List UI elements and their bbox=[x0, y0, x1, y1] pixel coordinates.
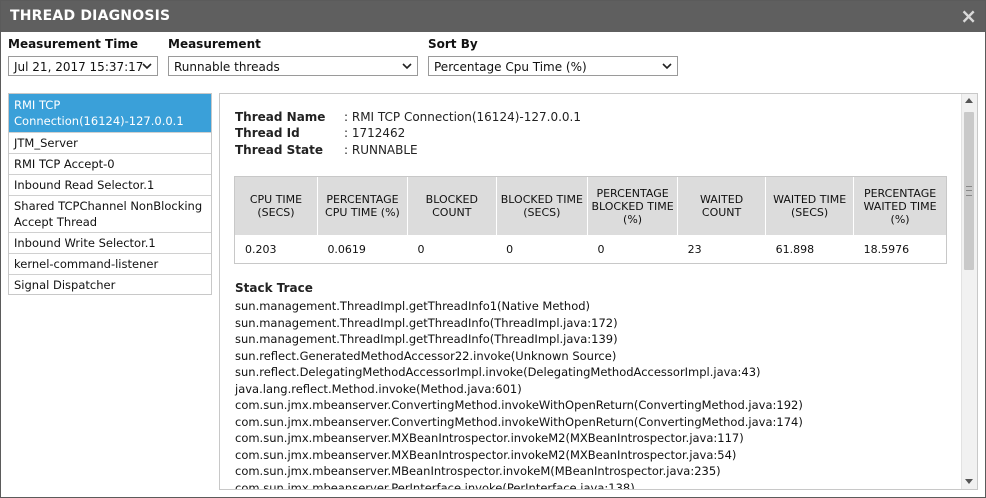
title-bar: THREAD DIAGNOSIS × bbox=[1, 1, 985, 32]
column-header: BLOCKED TIME (SECS) bbox=[496, 177, 589, 236]
thread-list-item[interactable]: Signal Dispatcher bbox=[9, 275, 211, 294]
column-header: PERCENTAGE BLOCKED TIME (%) bbox=[587, 177, 679, 236]
table-row: 0.203 0.0619 0 0 0 23 61.898 18.5976 bbox=[235, 235, 946, 263]
sort-by-value: Percentage Cpu Time (%) bbox=[434, 60, 587, 74]
thread-diagnosis-window: THREAD DIAGNOSIS × Measurement Time Meas… bbox=[0, 0, 986, 498]
thread-list-item[interactable]: RMI TCP Connection(16124)-127.0.0.1 bbox=[9, 94, 211, 133]
thread-name-label: Thread Name bbox=[235, 110, 326, 124]
stack-trace-line: com.sun.jmx.mbeanserver.PerInterface.inv… bbox=[235, 480, 635, 490]
stack-trace-line: sun.management.ThreadImpl.getThreadInfo(… bbox=[235, 332, 618, 346]
thread-list-item[interactable]: Inbound Read Selector.1 bbox=[9, 175, 211, 196]
measurement-select[interactable]: Runnable threads bbox=[168, 56, 418, 76]
measurement-time-label: Measurement Time bbox=[8, 37, 138, 51]
thread-state-value: : RUNNABLE bbox=[344, 143, 418, 157]
table-cell: 0 bbox=[407, 235, 497, 263]
grip-icon bbox=[966, 186, 972, 196]
column-header: PERCENTAGE WAITED TIME (%) bbox=[853, 177, 946, 236]
thread-state-label: Thread State bbox=[235, 143, 324, 157]
thread-id-label: Thread Id bbox=[235, 126, 300, 140]
table-header-row: CPU TIME (SECS) PERCENTAGE CPU TIME (%) … bbox=[235, 177, 946, 236]
stack-trace-line: com.sun.jmx.mbeanserver.MBeanIntrospecto… bbox=[235, 464, 721, 478]
chevron-down-icon bbox=[141, 60, 153, 72]
stack-trace-title: Stack Trace bbox=[235, 281, 313, 295]
table-cell: 0 bbox=[587, 235, 678, 263]
stack-trace-line: sun.management.ThreadImpl.getThreadInfo1… bbox=[235, 299, 591, 313]
thread-name-value: : RMI TCP Connection(16124)-127.0.0.1 bbox=[344, 110, 581, 124]
stack-trace-line: sun.management.ThreadImpl.getThreadInfo(… bbox=[235, 315, 618, 330]
thread-id-value: : 1712462 bbox=[344, 126, 406, 140]
stack-trace-line: java.lang.reflect.Method.invoke(Method.j… bbox=[235, 381, 522, 396]
scrollbar-thumb[interactable] bbox=[964, 112, 974, 270]
stack-trace-line: sun.reflect.GeneratedMethodAccessor22.in… bbox=[235, 348, 617, 363]
stack-trace-line: com.sun.jmx.mbeanserver.ConvertingMethod… bbox=[235, 414, 803, 429]
column-header: WAITED TIME (SECS) bbox=[765, 177, 855, 236]
chevron-down-icon bbox=[401, 60, 413, 72]
close-icon[interactable]: × bbox=[960, 4, 977, 28]
column-header: WAITED COUNT bbox=[677, 177, 767, 236]
table-cell: 61.898 bbox=[765, 235, 854, 263]
thread-detail-panel: Thread Name : RMI TCP Connection(16124)-… bbox=[219, 93, 978, 490]
stack-trace-line: sun.reflect.DelegatingMethodAccessorImpl… bbox=[235, 365, 761, 379]
measurement-value: Runnable threads bbox=[174, 60, 280, 74]
thread-list-item[interactable]: Shared TCPChannel NonBlocking Accept Thr… bbox=[9, 196, 211, 233]
sort-by-label: Sort By bbox=[428, 37, 478, 51]
measurement-label: Measurement bbox=[168, 37, 261, 51]
column-header: BLOCKED COUNT bbox=[407, 177, 497, 236]
column-header: PERCENTAGE CPU TIME (%) bbox=[317, 177, 408, 236]
measurement-time-value: Jul 21, 2017 15:37:17 bbox=[14, 60, 144, 74]
measurement-time-select[interactable]: Jul 21, 2017 15:37:17 bbox=[8, 56, 158, 76]
thread-list-item[interactable]: JTM_Server bbox=[9, 133, 211, 154]
column-header: CPU TIME (SECS) bbox=[235, 177, 318, 236]
table-cell: 0.0619 bbox=[317, 235, 408, 263]
stack-trace-line: com.sun.jmx.mbeanserver.MXBeanIntrospect… bbox=[235, 447, 737, 462]
table-cell: 18.5976 bbox=[853, 235, 946, 263]
sort-by-select[interactable]: Percentage Cpu Time (%) bbox=[428, 56, 678, 76]
thread-stats-table: CPU TIME (SECS) PERCENTAGE CPU TIME (%) … bbox=[234, 176, 947, 264]
thread-list: RMI TCP Connection(16124)-127.0.0.1 JTM_… bbox=[8, 93, 212, 295]
table-cell: 0.203 bbox=[235, 235, 318, 263]
scroll-down-icon[interactable] bbox=[965, 479, 973, 484]
window-title: THREAD DIAGNOSIS bbox=[10, 8, 171, 24]
scroll-up-icon[interactable] bbox=[965, 98, 973, 103]
stack-trace-line: com.sun.jmx.mbeanserver.ConvertingMethod… bbox=[235, 398, 803, 412]
stack-trace-line: com.sun.jmx.mbeanserver.MXBeanIntrospect… bbox=[235, 431, 744, 445]
thread-list-item[interactable]: Inbound Write Selector.1 bbox=[9, 233, 211, 254]
table-cell: 23 bbox=[677, 235, 766, 263]
chevron-down-icon bbox=[661, 60, 673, 72]
table-cell: 0 bbox=[496, 235, 588, 263]
thread-list-item[interactable]: RMI TCP Accept-0 bbox=[9, 154, 211, 175]
vertical-scrollbar[interactable] bbox=[961, 94, 977, 489]
stack-trace-lines: sun.management.ThreadImpl.getThreadInfo1… bbox=[235, 298, 803, 490]
thread-list-item[interactable]: kernel-command-listener bbox=[9, 254, 211, 275]
